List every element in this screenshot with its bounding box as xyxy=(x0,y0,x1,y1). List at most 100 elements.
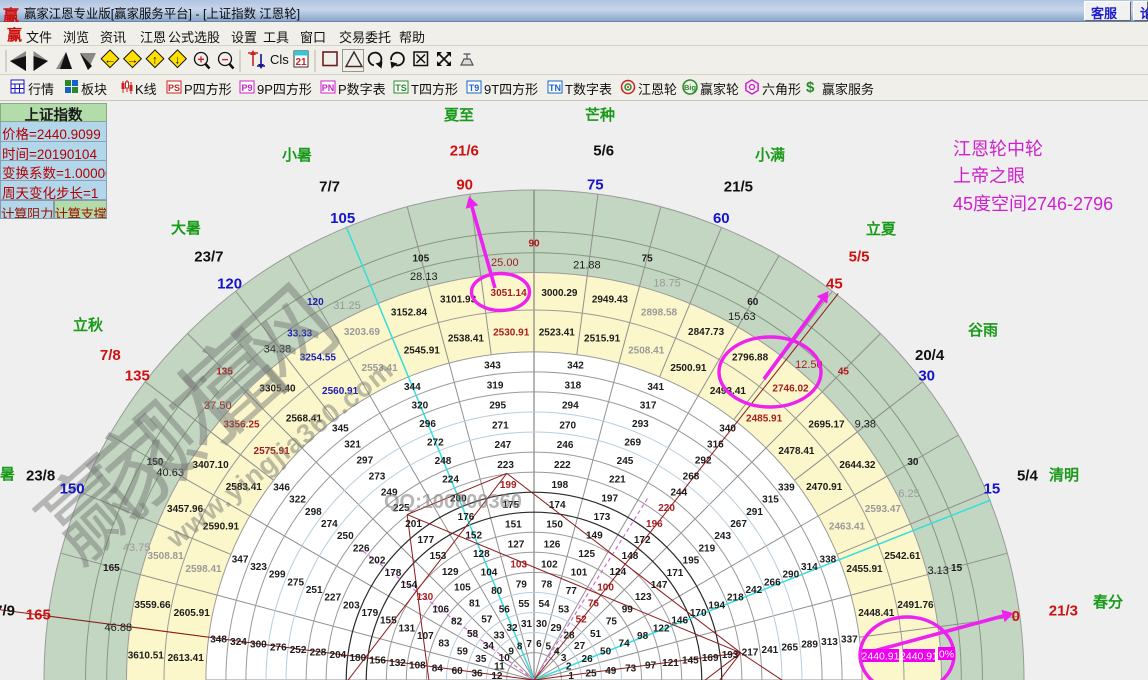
svg-text:76: 76 xyxy=(588,599,600,610)
svg-text:127: 127 xyxy=(508,540,525,551)
svg-text:197: 197 xyxy=(601,493,618,504)
svg-text:59: 59 xyxy=(457,646,469,657)
svg-text:−: − xyxy=(221,53,228,67)
svg-text:223: 223 xyxy=(497,460,514,471)
svg-text:2530.91: 2530.91 xyxy=(493,328,530,339)
svg-text:222: 222 xyxy=(554,460,571,471)
svg-text:227: 227 xyxy=(324,593,341,604)
svg-text:272: 272 xyxy=(427,438,444,449)
svg-text:75: 75 xyxy=(587,176,604,193)
svg-text:267: 267 xyxy=(730,519,747,530)
svg-text:132: 132 xyxy=(389,658,406,669)
svg-text:347: 347 xyxy=(232,554,249,565)
svg-text:165: 165 xyxy=(26,607,51,624)
svg-text:2898.58: 2898.58 xyxy=(641,308,678,319)
svg-text:177: 177 xyxy=(417,535,434,546)
svg-text:75: 75 xyxy=(606,617,618,628)
svg-text:271: 271 xyxy=(492,420,509,431)
svg-text:20/4: 20/4 xyxy=(915,347,945,364)
svg-text:299: 299 xyxy=(269,570,286,581)
svg-text:3000.29: 3000.29 xyxy=(541,288,578,299)
svg-text:228: 228 xyxy=(310,648,327,659)
svg-text:293: 293 xyxy=(632,419,649,430)
svg-text:154: 154 xyxy=(401,580,418,591)
svg-text:21/5: 21/5 xyxy=(724,179,753,196)
svg-text:21.88: 21.88 xyxy=(573,259,601,271)
svg-text:3152.84: 3152.84 xyxy=(391,308,428,319)
svg-text:343: 343 xyxy=(484,361,501,372)
svg-text:108: 108 xyxy=(409,661,426,672)
svg-text:30: 30 xyxy=(536,619,548,630)
svg-text:242: 242 xyxy=(745,585,762,596)
svg-text:52: 52 xyxy=(576,615,588,626)
svg-text:246: 246 xyxy=(557,440,574,451)
svg-text:276: 276 xyxy=(270,642,287,653)
svg-text:83: 83 xyxy=(438,639,450,650)
svg-text:131: 131 xyxy=(398,623,415,634)
svg-text:341: 341 xyxy=(647,382,664,393)
svg-text:29: 29 xyxy=(550,623,562,634)
svg-text:129: 129 xyxy=(442,567,459,578)
svg-text:274: 274 xyxy=(321,519,338,530)
svg-text:PS: PS xyxy=(168,83,180,93)
svg-text:2545.91: 2545.91 xyxy=(404,346,441,357)
svg-text:15.63: 15.63 xyxy=(728,311,756,323)
svg-text:2542.61: 2542.61 xyxy=(884,551,921,562)
svg-text:27: 27 xyxy=(574,641,586,652)
svg-text:98: 98 xyxy=(637,631,649,642)
svg-text:2455.91: 2455.91 xyxy=(846,564,883,575)
svg-text:+: + xyxy=(197,53,204,67)
svg-text:291: 291 xyxy=(746,507,763,518)
svg-text:2593.47: 2593.47 xyxy=(865,504,902,515)
svg-text:31.25: 31.25 xyxy=(333,300,361,312)
svg-text:2613.41: 2613.41 xyxy=(168,653,205,664)
svg-text:7/8: 7/8 xyxy=(100,347,121,364)
svg-text:21/3: 21/3 xyxy=(1049,602,1078,619)
svg-text:220: 220 xyxy=(658,503,675,514)
svg-text:178: 178 xyxy=(385,568,402,579)
svg-text:346: 346 xyxy=(273,482,290,493)
svg-text:3: 3 xyxy=(561,653,567,664)
svg-text:198: 198 xyxy=(551,480,568,491)
svg-text:322: 322 xyxy=(289,495,306,506)
svg-text:252: 252 xyxy=(290,645,307,656)
svg-text:104: 104 xyxy=(481,567,498,578)
svg-text:171: 171 xyxy=(667,568,684,579)
svg-text:295: 295 xyxy=(489,400,506,411)
svg-text:立夏: 立夏 xyxy=(866,220,897,238)
svg-text:268: 268 xyxy=(683,471,700,482)
svg-text:58: 58 xyxy=(467,629,479,640)
svg-text:18.75: 18.75 xyxy=(653,278,681,290)
svg-text:2500.91: 2500.91 xyxy=(670,363,707,374)
svg-text:324: 324 xyxy=(230,637,247,648)
svg-text:289: 289 xyxy=(801,640,818,651)
svg-text:251: 251 xyxy=(306,585,323,596)
svg-text:49: 49 xyxy=(605,666,617,677)
svg-text:156: 156 xyxy=(369,655,386,666)
svg-text:169: 169 xyxy=(702,653,719,664)
svg-text:120: 120 xyxy=(217,275,242,292)
svg-text:300: 300 xyxy=(250,640,267,651)
svg-text:2605.91: 2605.91 xyxy=(174,608,211,619)
svg-text:8: 8 xyxy=(517,641,523,652)
svg-text:195: 195 xyxy=(683,556,700,567)
svg-text:105: 105 xyxy=(412,253,429,264)
svg-text:202: 202 xyxy=(369,556,386,567)
svg-text:夏至: 夏至 xyxy=(443,107,474,124)
svg-text:25: 25 xyxy=(585,669,597,680)
svg-text:224: 224 xyxy=(442,475,459,486)
svg-text:107: 107 xyxy=(417,631,434,642)
svg-text:155: 155 xyxy=(380,616,397,627)
svg-text:103: 103 xyxy=(510,559,527,570)
svg-text:148: 148 xyxy=(622,551,639,562)
svg-text:2523.41: 2523.41 xyxy=(539,328,576,339)
svg-text:30: 30 xyxy=(907,457,919,468)
svg-text:123: 123 xyxy=(635,592,652,603)
svg-text:179: 179 xyxy=(361,608,378,619)
svg-text:90: 90 xyxy=(456,176,473,193)
svg-text:100: 100 xyxy=(597,583,614,594)
svg-text:2695.17: 2695.17 xyxy=(808,420,845,431)
svg-text:221: 221 xyxy=(609,475,626,486)
svg-text:97: 97 xyxy=(645,661,657,672)
svg-text:340: 340 xyxy=(719,424,736,435)
